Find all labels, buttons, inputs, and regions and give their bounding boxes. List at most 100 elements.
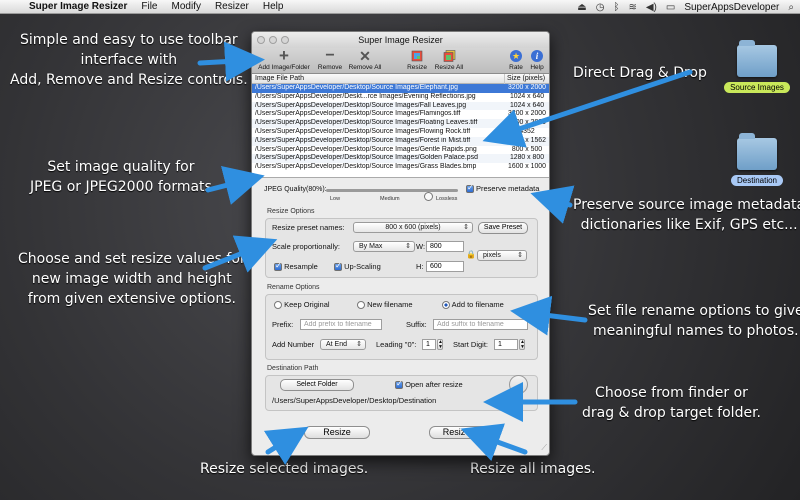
list-item[interactable]: /Users/SuperAppsDeveloper/Desktop/Source… <box>252 84 549 93</box>
arrow-quality <box>205 166 265 205</box>
folder-drop-well[interactable] <box>509 375 528 394</box>
bluetooth-icon[interactable]: ᛒ <box>613 2 619 13</box>
add-image-folder-button[interactable]: + Add Image/Folder <box>255 46 313 71</box>
radio-selected-icon <box>442 301 450 310</box>
suffix-field[interactable] <box>433 319 528 330</box>
save-preset-button[interactable]: Save Preset <box>478 222 528 234</box>
star-icon: ★ <box>510 50 522 62</box>
rate-button[interactable]: ★ Rate <box>507 49 525 71</box>
close-button[interactable] <box>257 36 265 44</box>
minimize-button[interactable] <box>269 36 277 44</box>
x-icon: ✕ <box>359 48 371 64</box>
list-item[interactable]: /Users/SuperAppsDeveloper/Desktop/Source… <box>252 163 549 172</box>
list-item[interactable]: /Users/SuperAppsDeveloper/Desktop/Source… <box>252 101 549 111</box>
upscaling-checkbox[interactable]: Up-Scaling <box>334 261 381 272</box>
menu-resizer[interactable]: Resizer <box>208 1 256 12</box>
source-folder-label: Source Images <box>724 82 790 93</box>
annotation-quality: Set image quality for JPEG or JPEG2000 f… <box>30 159 212 195</box>
folder-icon <box>737 133 777 170</box>
user-name[interactable]: SuperAppsDeveloper <box>684 2 779 13</box>
destination-title: Destination Path <box>267 365 319 372</box>
toolbar: + Add Image/Folder − Remove ✕ Remove All… <box>252 46 549 74</box>
file-list[interactable]: /Users/SuperAppsDeveloper/Desktop/Source… <box>252 84 549 178</box>
quality-section: JPEG Quality(80%): Low Medium Lossless P… <box>260 182 545 204</box>
resize-all-button-toolbar[interactable]: Resize All <box>433 49 465 71</box>
resize-button-toolbar[interactable]: Resize <box>405 49 429 71</box>
keep-original-radio[interactable]: Keep Original <box>274 300 330 310</box>
menu-bar: Super Image Resizer File Modify Resizer … <box>0 0 800 14</box>
annotation-destination: Choose from finder or drag & drop target… <box>582 385 761 421</box>
add-number-popup[interactable]: At End <box>320 339 366 350</box>
source-images-folder[interactable]: Source Images <box>722 40 792 95</box>
list-item[interactable]: /Users/SuperAppsDeveloper/Desktop/Source… <box>252 136 549 146</box>
list-item[interactable]: /Users/SuperAppsDeveloper/Desktop/Source… <box>252 128 549 137</box>
minus-icon: − <box>325 47 335 64</box>
annotation-drag-drop: Direct Drag & Drop <box>573 65 707 81</box>
spotlight-icon[interactable]: ⌕ <box>788 2 794 13</box>
scale-popup[interactable]: By Max <box>353 241 415 252</box>
list-item[interactable]: /Users/SuperAppsDeveloper/Desktop/Source… <box>252 154 549 164</box>
column-path[interactable]: Image File Path <box>255 74 304 84</box>
quality-slider-knob[interactable] <box>424 192 434 201</box>
leading-zero-stepper[interactable]: ▲ ▼ <box>437 339 443 350</box>
preserve-metadata-checkbox[interactable]: Preserve metadata <box>466 183 539 193</box>
start-digit-stepper[interactable]: ▲ ▼ <box>519 339 525 350</box>
unit-popup[interactable]: pixels <box>477 250 527 261</box>
width-field[interactable] <box>426 241 464 252</box>
height-label: H: <box>416 262 424 271</box>
volume-icon[interactable]: ◀) <box>646 2 657 13</box>
help-button[interactable]: i Help <box>528 49 546 71</box>
menu-app-name[interactable]: Super Image Resizer <box>22 1 134 12</box>
battery-icon[interactable]: ▭ <box>666 2 675 13</box>
add-number-label: Add Number <box>272 340 315 349</box>
annotation-resize-selected: Resize selected images. <box>200 461 369 477</box>
destination-folder[interactable]: Destination <box>722 133 792 188</box>
preset-popup[interactable]: 800 x 600 (pixels) <box>353 222 473 233</box>
image-resize-icon <box>405 49 429 63</box>
main-window: Super Image Resizer + Add Image/Folder −… <box>251 31 550 456</box>
annotation-metadata: Preserve source image metadata dictionar… <box>573 197 800 233</box>
select-folder-button[interactable]: Select Folder <box>280 379 354 391</box>
new-filename-radio[interactable]: New filename <box>357 300 413 310</box>
start-digit-field[interactable] <box>494 339 518 350</box>
annotation-toolbar: Simple and easy to use toolbar interface… <box>10 32 248 88</box>
add-to-filename-radio[interactable]: Add to filename <box>442 300 504 310</box>
quality-tick-low: Low <box>330 196 341 202</box>
menu-file[interactable]: File <box>134 1 164 12</box>
zoom-button[interactable] <box>281 36 289 44</box>
window-title: Super Image Resizer <box>358 35 443 45</box>
prefix-field[interactable] <box>300 319 382 330</box>
time-machine-icon[interactable]: ◷ <box>596 2 605 13</box>
list-item[interactable]: /Users/SuperAppsDeveloper/Deskt...rce Im… <box>252 93 549 102</box>
destination-path: /Users/SuperAppsDeveloper/Desktop/Destin… <box>272 396 437 405</box>
resize-all-button[interactable]: Resize All <box>429 426 496 439</box>
quality-label: JPEG Quality(80%): <box>264 186 327 193</box>
list-item[interactable]: /Users/SuperAppsDeveloper/Desktop/Source… <box>252 119 549 128</box>
open-after-resize-checkbox[interactable]: Open after resize <box>395 379 463 390</box>
list-item[interactable]: /Users/SuperAppsDeveloper/Desktop/Source… <box>252 146 549 155</box>
radio-icon <box>274 301 282 310</box>
menu-help[interactable]: Help <box>256 1 291 12</box>
preset-label: Resize preset names: <box>272 223 345 232</box>
column-size[interactable]: Size (pixels) <box>504 74 549 84</box>
remove-all-button[interactable]: ✕ Remove All <box>347 49 383 71</box>
file-list-header: Image File Path Size (pixels) <box>252 74 549 84</box>
window-titlebar[interactable]: Super Image Resizer <box>252 32 549 48</box>
resample-checkbox[interactable]: Resample <box>274 261 318 272</box>
start-digit-label: Start Digit: <box>453 340 489 349</box>
leading-zero-label: Leading "0": <box>376 340 417 349</box>
height-field[interactable] <box>426 261 464 272</box>
list-item[interactable]: /Users/SuperAppsDeveloper/Desktop/Source… <box>252 110 549 119</box>
resize-button[interactable]: Resize <box>304 426 370 439</box>
leading-zero-field[interactable] <box>422 339 436 350</box>
plus-icon: + <box>279 46 289 65</box>
remove-button[interactable]: − Remove <box>314 47 346 72</box>
destination-folder-label: Destination <box>730 175 784 186</box>
menu-modify[interactable]: Modify <box>165 1 208 12</box>
quality-slider[interactable] <box>326 189 458 201</box>
lock-icon[interactable]: 🔒 <box>466 250 476 259</box>
wifi-icon[interactable]: ≋ <box>628 2 636 13</box>
resize-grip-icon[interactable]: ⟋ <box>541 443 547 453</box>
eject-icon[interactable]: ⏏ <box>577 2 586 13</box>
image-resize-all-icon <box>433 49 465 63</box>
